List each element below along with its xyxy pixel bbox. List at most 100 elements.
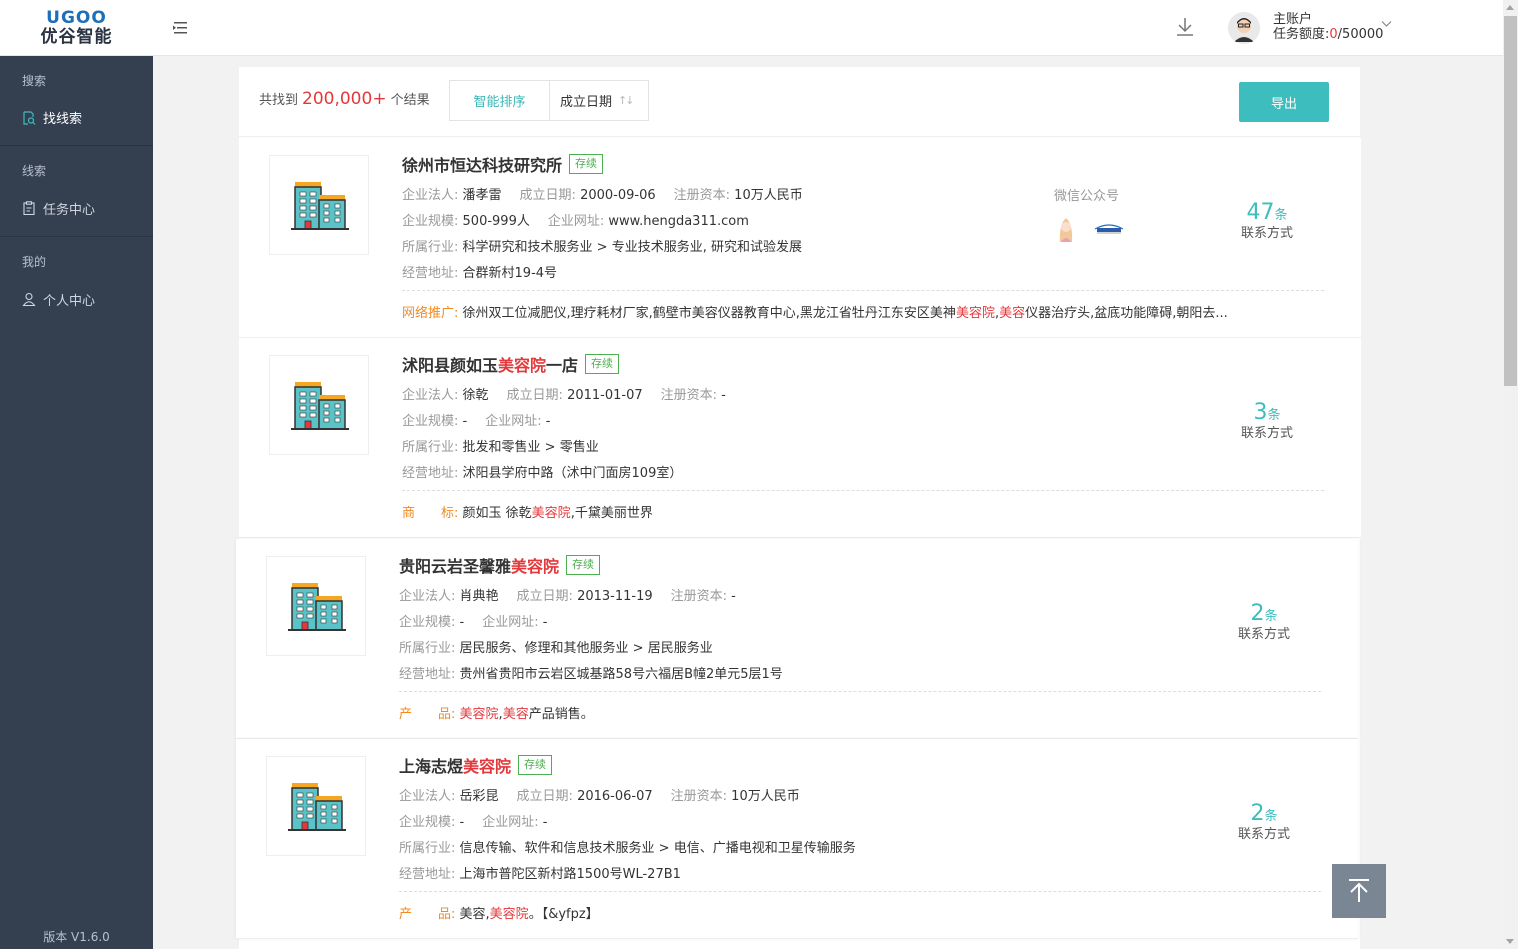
contact-label: 联系方式 — [1237, 627, 1290, 642]
menu-collapse-icon[interactable] — [172, 21, 188, 35]
info-row-3: 所属行业: 居民服务、修理和其他服务业 > 居民服务业 — [399, 637, 713, 656]
capital-value: - — [721, 388, 726, 403]
contact-unit: 条 — [1267, 408, 1281, 423]
address-label: 经营地址: — [402, 466, 459, 481]
scale-label: 企业规模: — [402, 214, 459, 229]
company-logo — [269, 355, 369, 455]
results-header: 共找到 200,000+ 个结果 智能排序 成立日期 ↑↓ 导出 — [239, 67, 1360, 137]
company-name[interactable]: 徐州市恒达科技研究所 存续 — [402, 152, 604, 176]
company-name-text: 上海志煜 — [399, 757, 464, 776]
industry-label: 所属行业: — [399, 641, 456, 656]
company-logo — [266, 756, 366, 856]
address-value: 上海市普陀区新村路1500号WL-27B1 — [459, 867, 681, 882]
capital-value: - — [731, 589, 736, 604]
website-link[interactable]: - — [543, 615, 548, 630]
info-row-2: 企业规模: 500-999人 企业网址: www.hengda311.com — [402, 210, 749, 229]
page-scrollbar[interactable] — [1503, 0, 1518, 949]
sort-smart-button[interactable]: 智能排序 — [450, 81, 550, 120]
company-name[interactable]: 贵阳云岩圣馨雅 美容院 存续 — [399, 553, 601, 577]
website-link[interactable]: - — [543, 815, 548, 830]
wechat-logo-icon[interactable] — [1093, 221, 1125, 237]
company-logo — [266, 556, 366, 656]
company-name-text: 徐州市恒达科技研究所 — [402, 156, 563, 175]
industry-value: 信息传输、软件和信息技术服务业 > 电信、广播电视和卫星传输服务 — [459, 841, 856, 856]
extra-info: 产 品: 美容院,美容产品销售。 — [399, 703, 1299, 722]
capital-label: 注册资本: — [660, 388, 718, 403]
capital-value: 10万人民币 — [734, 188, 803, 203]
company-name[interactable]: 沭阳县颜如玉 美容院 一店 存续 — [402, 352, 620, 376]
building-icon — [291, 382, 349, 430]
divider — [399, 691, 1321, 692]
sort-date-button[interactable]: 成立日期 ↑↓ — [550, 81, 648, 120]
company-name[interactable]: 上海志煜 美容院 存续 — [399, 753, 553, 777]
contact-count-button[interactable]: 3条 联系方式 — [1219, 400, 1315, 442]
company-card[interactable]: 贵阳云岩圣馨雅 美容院 存续 企业法人: 肖典艳 成立日期: 2013-11-19 注册… — [236, 539, 1358, 739]
back-to-top-button[interactable] — [1332, 864, 1386, 918]
status-badge: 存续 — [585, 354, 620, 374]
contact-count: 2 — [1250, 601, 1265, 626]
company-card[interactable]: 沭阳县颜如玉 美容院 一店 存续 企业法人: 徐乾 成立日期: 2011-01-07 注册… — [239, 338, 1361, 538]
founded-value: 2011-01-07 — [567, 388, 643, 403]
avatar[interactable] — [1228, 12, 1260, 44]
website-link[interactable]: - — [546, 414, 551, 429]
export-button[interactable]: 导出 — [1239, 82, 1329, 122]
industry-value: 居民服务、修理和其他服务业 > 居民服务业 — [459, 641, 713, 656]
app-logo[interactable]: UGOO 优谷智能 — [0, 0, 153, 56]
results-prefix: 共找到 — [259, 93, 299, 108]
extra-highlight: 美容院 — [459, 707, 499, 722]
website-label: 企业网址: — [547, 214, 605, 229]
contact-label: 联系方式 — [1237, 827, 1290, 842]
sidebar-item-task-center[interactable]: 任务中心 — [0, 180, 153, 236]
scrollbar-thumb[interactable] — [1504, 16, 1517, 386]
info-row-1: 企业法人: 徐乾 成立日期: 2011-01-07 注册资本: - — [402, 384, 726, 403]
company-name-highlight: 美容院 — [463, 757, 512, 776]
extra-highlight: 美容 — [999, 306, 1026, 321]
capital-value: 10万人民币 — [731, 789, 800, 804]
contact-unit: 条 — [1274, 208, 1288, 223]
contact-count-button[interactable]: 2条 联系方式 — [1216, 601, 1312, 643]
extra-text: 仪器治疗头,盆底功能障碍,朝阳去... — [1025, 306, 1228, 321]
wechat-label: 微信公众号 — [1054, 189, 1120, 204]
account-info[interactable]: 主账户 任务额度:0/50000 — [1273, 12, 1383, 42]
scroll-up-arrow-icon[interactable] — [1506, 5, 1514, 10]
contact-count-button[interactable]: 2条 联系方式 — [1216, 801, 1312, 843]
company-card[interactable]: 徐州市恒达科技研究所 存续 企业法人: 潘孝雷 成立日期: 2000-09-06 注册… — [239, 138, 1361, 338]
results-number: 200,000+ — [302, 89, 387, 109]
info-row-3: 所属行业: 科学研究和技术服务业 > 专业技术服务业, 研究和试验发展 — [402, 236, 802, 255]
contact-unit: 条 — [1264, 609, 1278, 624]
clipboard-icon — [23, 201, 35, 215]
company-name-text: 一店 — [546, 356, 579, 375]
info-row-4: 经营地址: 沭阳县学府中路（沭中门面房109室） — [402, 462, 682, 481]
arrow-up-icon — [1349, 879, 1369, 902]
sidebar: 搜索 找线索 线索 任务中心 我的 个人中心 版本 V1.6.0 — [0, 56, 153, 949]
contact-count-button[interactable]: 47条 联系方式 — [1219, 200, 1315, 242]
contact-unit: 条 — [1264, 809, 1278, 824]
logo-text-cn: 优谷智能 — [40, 26, 113, 47]
sidebar-group-mine: 我的 个人中心 — [0, 237, 153, 327]
industry-value: 科学研究和技术服务业 > 专业技术服务业, 研究和试验发展 — [462, 240, 802, 255]
address-label: 经营地址: — [402, 266, 459, 281]
extra-info: 产 品: 美容,美容院。【&yfpz】 — [399, 903, 1299, 922]
wechat-avatar-icon[interactable] — [1055, 214, 1077, 244]
info-row-1: 企业法人: 肖典艳 成立日期: 2013-11-19 注册资本: - — [399, 585, 736, 604]
extra-highlight: 美容 — [502, 707, 529, 722]
logo-text-en: UGOO — [46, 7, 107, 28]
contact-label: 联系方式 — [1240, 226, 1293, 241]
chevron-down-icon[interactable] — [1381, 20, 1392, 28]
website-label: 企业网址: — [482, 615, 539, 630]
sidebar-heading: 搜索 — [22, 74, 47, 88]
extra-label: 商 标: — [402, 506, 459, 521]
scroll-down-arrow-icon[interactable] — [1506, 939, 1514, 944]
download-icon[interactable] — [1175, 16, 1195, 38]
sidebar-item-find-leads[interactable]: 找线索 — [0, 90, 153, 145]
founded-value: 2013-11-19 — [577, 589, 653, 604]
company-card[interactable]: 上海志煜 美容院 存续 企业法人: 岳彩昆 成立日期: 2016-06-07 注册资本:… — [236, 739, 1358, 939]
website-link[interactable]: www.hengda311.com — [608, 214, 749, 229]
contact-count: 3 — [1253, 400, 1268, 425]
extra-label: 产 品: — [399, 907, 456, 922]
scale-value: - — [459, 615, 465, 630]
extra-text: 。【&yfpz】 — [528, 907, 599, 922]
sidebar-item-profile[interactable]: 个人中心 — [0, 271, 153, 327]
extra-text: ,千黛美丽世界 — [570, 506, 653, 521]
status-badge: 存续 — [569, 154, 604, 174]
